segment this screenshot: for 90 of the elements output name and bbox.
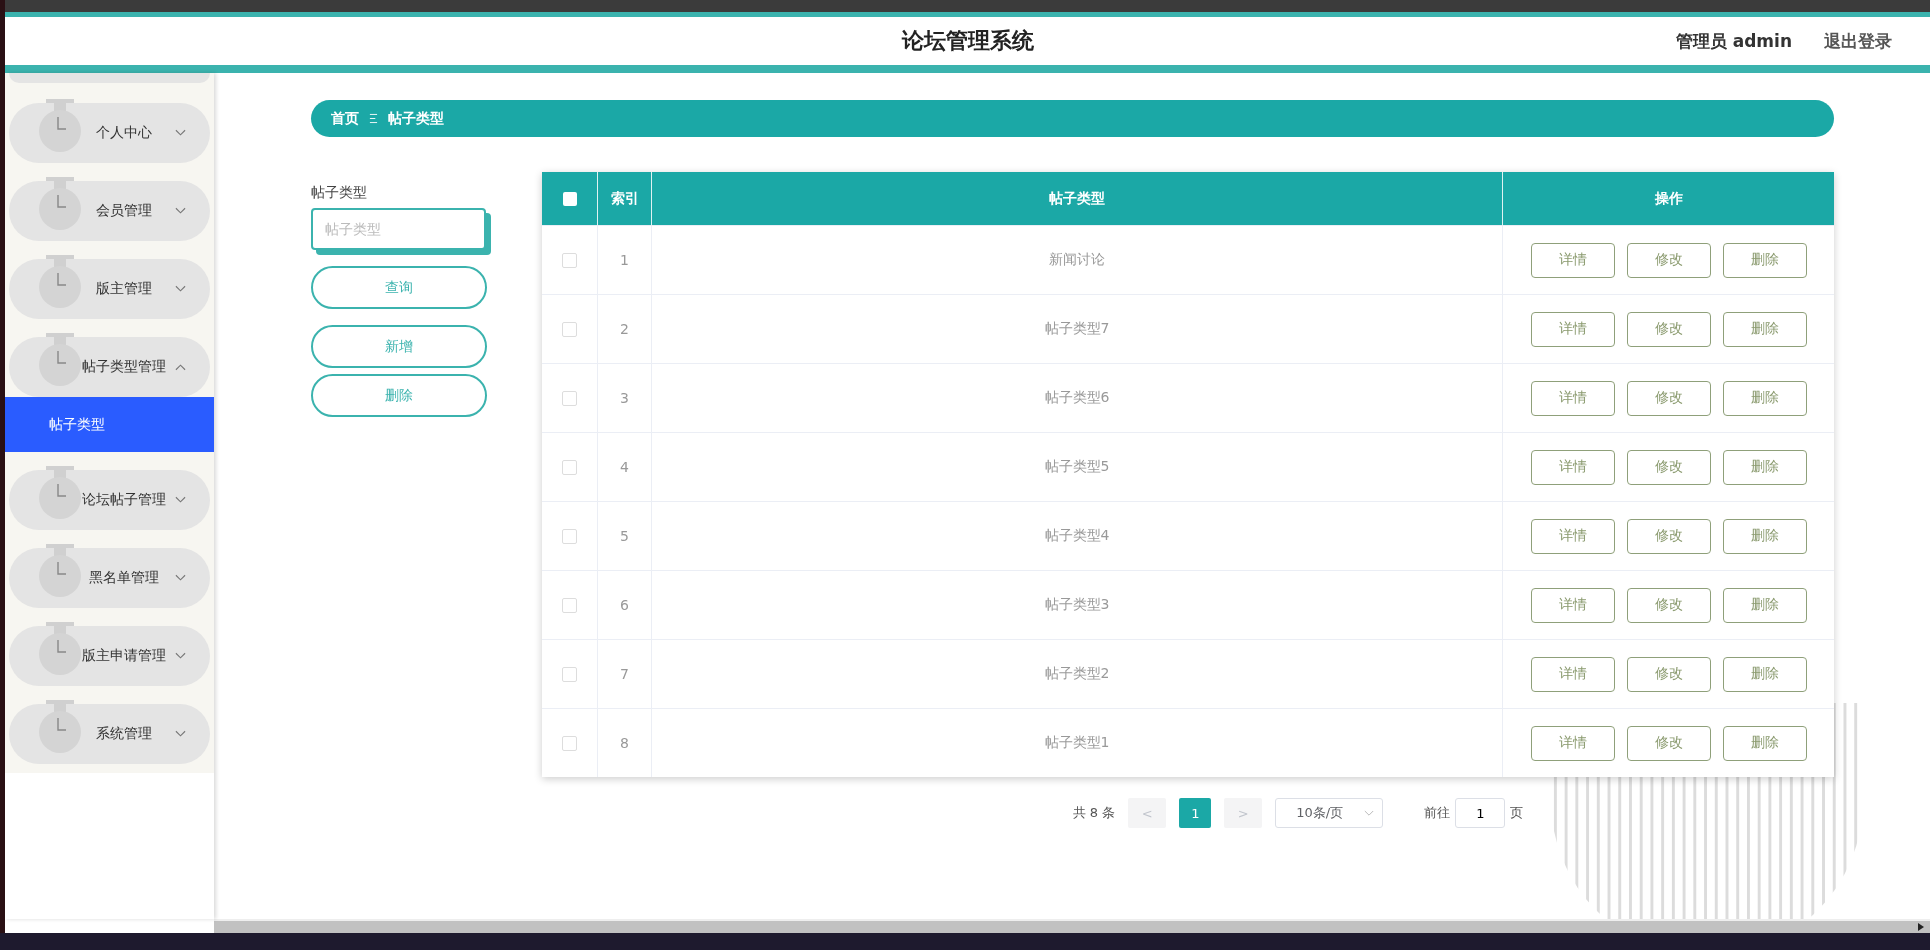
table-cell: 帖子类型3: [1044, 596, 1110, 614]
checkbox[interactable]: [562, 390, 577, 406]
table-cell: 4: [620, 459, 629, 475]
row-action-button[interactable]: 删除: [1722, 518, 1807, 554]
circle-icon: [38, 177, 82, 233]
checkbox[interactable]: [562, 735, 577, 751]
user-name: 管理员 admin: [1675, 29, 1792, 53]
chevron-down-icon: [175, 730, 186, 738]
checkbox[interactable]: [562, 528, 577, 544]
row-action-button[interactable]: 删除: [1722, 587, 1807, 623]
table-cell: 帖子类型1: [1044, 734, 1110, 752]
row-action-button[interactable]: 详情: [1530, 725, 1615, 761]
column-header: 操作: [1653, 188, 1684, 208]
horizontal-scrollbar[interactable]: [214, 919, 1930, 933]
breadcrumb-link[interactable]: 帖子类型: [388, 109, 444, 128]
row-action-button[interactable]: 修改: [1626, 725, 1711, 761]
row-action-button[interactable]: 删除: [1722, 380, 1807, 416]
table-cell: 帖子类型4: [1044, 527, 1110, 545]
row-action-button[interactable]: 修改: [1626, 656, 1711, 692]
row-action-button[interactable]: 详情: [1530, 380, 1615, 416]
chevron-down-icon: [1364, 809, 1375, 817]
row-action-button[interactable]: 删除: [1722, 311, 1807, 347]
row-action-button[interactable]: 详情: [1530, 587, 1615, 623]
action-button[interactable]: 查询: [311, 266, 487, 309]
separator-icon: [369, 113, 378, 124]
chevron-down-icon: [175, 207, 186, 215]
search-field[interactable]: 帖子类型: [311, 208, 486, 250]
checkbox[interactable]: [562, 459, 577, 475]
checkbox[interactable]: [562, 321, 577, 337]
circle-icon: [38, 622, 82, 678]
row-action-button[interactable]: 修改: [1626, 380, 1711, 416]
page-input[interactable]: 1: [1455, 798, 1506, 828]
row-action-button[interactable]: 修改: [1626, 449, 1711, 485]
row-action-button[interactable]: 详情: [1530, 449, 1615, 485]
chevron-down-icon: [175, 574, 186, 582]
checkbox[interactable]: [562, 597, 577, 613]
app-title: 论坛管理系统: [901, 27, 1034, 55]
table-cell: 帖子类型7: [1044, 320, 1110, 338]
chevron-down-icon: [175, 129, 186, 137]
chevron-down-icon: [175, 496, 186, 504]
table-cell: 帖子类型6: [1044, 389, 1110, 407]
submenu-item[interactable]: 帖子类型: [5, 397, 214, 452]
total-count: 共 8 条: [1072, 804, 1116, 822]
table-cell: 新闻讨论: [1049, 251, 1105, 269]
circle-icon: [38, 99, 82, 155]
table-cell: 8: [620, 735, 629, 751]
checkbox[interactable]: [562, 666, 577, 682]
table-cell: 5: [620, 528, 629, 544]
table-cell: 帖子类型2: [1044, 665, 1110, 683]
logout-link[interactable]: 退出登录: [1824, 29, 1892, 53]
row-action-button[interactable]: 删除: [1722, 656, 1807, 692]
circle-icon: [38, 544, 82, 600]
table-cell: 帖子类型5: [1044, 458, 1110, 476]
row-action-button[interactable]: 修改: [1626, 518, 1711, 554]
page-suffix: 页: [1510, 804, 1524, 822]
row-action-button[interactable]: 详情: [1530, 518, 1615, 554]
circle-icon: [38, 466, 82, 522]
row-action-button[interactable]: 删除: [1722, 242, 1807, 278]
action-button[interactable]: 新增: [311, 325, 487, 368]
breadcrumb-link[interactable]: 首页: [331, 109, 359, 128]
row-action-button[interactable]: 删除: [1722, 449, 1807, 485]
row-action-button[interactable]: 详情: [1530, 242, 1615, 278]
checkbox[interactable]: [562, 252, 577, 268]
circle-icon: [38, 255, 82, 311]
chevron-down-icon: [175, 285, 186, 293]
goto-label: 前往: [1424, 804, 1451, 822]
scroll-right-icon[interactable]: [1918, 923, 1924, 931]
circle-icon: [38, 333, 82, 389]
checkbox[interactable]: [562, 191, 577, 206]
chevron-up-icon: [175, 363, 186, 371]
chevron-down-icon: [175, 652, 186, 660]
table-cell: 6: [620, 597, 629, 613]
field-label: 帖子类型: [311, 184, 368, 202]
next-page-button[interactable]: >: [1224, 798, 1263, 828]
column-header: 索引: [598, 172, 652, 225]
row-action-button[interactable]: 详情: [1530, 311, 1615, 347]
table-cell: 3: [620, 390, 629, 406]
circle-icon: [38, 700, 82, 756]
row-action-button[interactable]: 删除: [1722, 725, 1807, 761]
row-action-button[interactable]: 详情: [1530, 656, 1615, 692]
row-action-button[interactable]: 修改: [1626, 311, 1711, 347]
column-header: 帖子类型: [652, 172, 1503, 225]
page-button[interactable]: 1: [1179, 798, 1212, 828]
table-cell: 1: [620, 252, 629, 268]
action-button[interactable]: 删除: [311, 374, 487, 417]
row-action-button[interactable]: 修改: [1626, 242, 1711, 278]
table-cell: 2: [620, 321, 629, 337]
page-size-select[interactable]: 10条/页: [1275, 798, 1384, 828]
row-action-button[interactable]: 修改: [1626, 587, 1711, 623]
table-cell: 7: [620, 666, 629, 682]
